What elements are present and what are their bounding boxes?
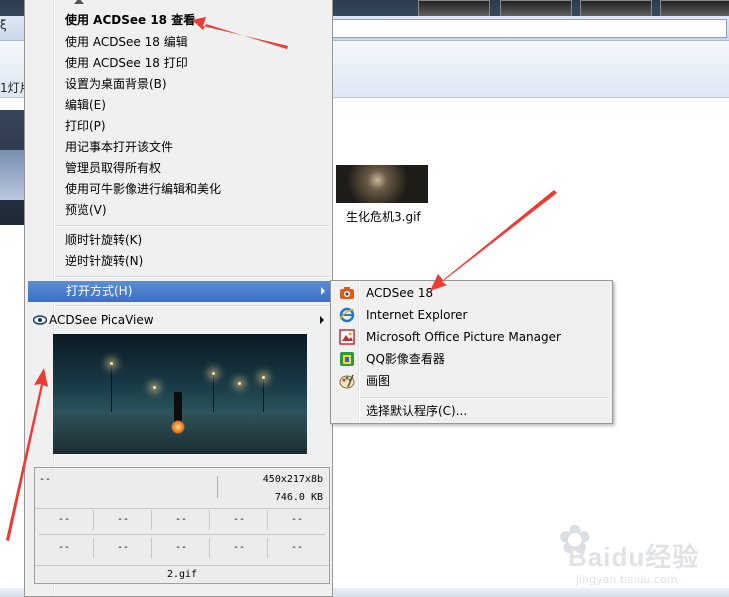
picaview-preview-image	[53, 334, 307, 454]
info-cell: --	[267, 538, 326, 558]
menu-separator	[56, 225, 330, 227]
info-cell: --	[93, 538, 152, 558]
info-dimensions: 450x217x8b	[262, 474, 323, 485]
submenu-item-picture-manager[interactable]: Microsoft Office Picture Manager	[333, 326, 610, 348]
preview-fire	[171, 420, 185, 434]
context-menu: 使用 ACDSee 18 查看 使用 ACDSee 18 编辑 使用 ACDSe…	[24, 0, 333, 597]
address-field[interactable]	[330, 19, 727, 38]
submenu-item-label: Internet Explorer	[366, 308, 468, 322]
info-cell: --	[209, 510, 268, 530]
menu-item-print[interactable]: 打印(P)	[27, 116, 330, 137]
open-with-submenu: ACDSee 18 Internet Explorer Microsoft Of…	[330, 280, 613, 424]
menu-item-acdsee-edit[interactable]: 使用 ACDSee 18 编辑	[27, 32, 330, 53]
info-cell: --	[151, 538, 210, 558]
submenu-separator	[360, 397, 609, 399]
watermark-brand: Baidu经验	[568, 542, 700, 572]
picaview-info-panel: -- 450x217x8b 746.0 KB -- -- -- -- -- --…	[34, 467, 330, 584]
menu-separator	[56, 305, 330, 307]
file-name[interactable]: 生化危机3.gif	[346, 208, 421, 225]
info-cell: --	[209, 538, 268, 558]
menu-item-rotate-ccw[interactable]: 逆时针旋转(N)	[27, 251, 330, 272]
nav-fragment: ξ	[0, 18, 7, 32]
menu-item-acdsee-print[interactable]: 使用 ACDSee 18 打印	[27, 53, 330, 74]
menu-item-open-with[interactable]: 打开方式(H)	[28, 281, 331, 302]
submenu-arrow-icon	[321, 287, 325, 295]
picaview-eye-icon	[33, 315, 47, 325]
qq-image-viewer-icon	[340, 352, 354, 366]
menu-item-open-notepad[interactable]: 用记事本打开该文件	[27, 137, 330, 158]
submenu-item-internet-explorer[interactable]: Internet Explorer	[333, 304, 610, 326]
submenu-item-label: Microsoft Office Picture Manager	[366, 330, 561, 344]
file-thumbnail[interactable]	[336, 165, 428, 203]
scroll-up-arrow-icon[interactable]	[74, 0, 84, 4]
info-cell: --	[57, 514, 71, 525]
info-left-value: --	[39, 474, 52, 485]
info-cell: --	[151, 510, 210, 530]
submenu-item-acdsee[interactable]: ACDSee 18	[333, 282, 610, 304]
submenu-item-label: ACDSee 18	[366, 286, 434, 300]
submenu-item-qq-image-viewer[interactable]: QQ影像查看器	[333, 348, 610, 370]
info-file-size: 746.0 KB	[274, 492, 323, 503]
annotation-arrow-acdsee18	[430, 190, 557, 291]
menu-item-rotate-cw[interactable]: 顺时针旋转(K)	[27, 230, 330, 251]
submenu-item-paint[interactable]: 画图	[333, 370, 610, 392]
picaview-label: ACDSee PicaView	[49, 313, 154, 327]
submenu-item-label: QQ影像查看器	[366, 352, 445, 366]
info-filename: 2.gif	[35, 565, 329, 583]
info-cell: --	[93, 510, 152, 530]
menu-item-set-wallpaper[interactable]: 设置为桌面背景(B)	[27, 74, 330, 95]
info-cell: --	[57, 542, 71, 553]
acdsee-icon	[340, 287, 354, 299]
menu-item-edit[interactable]: 编辑(E)	[27, 95, 330, 116]
file-thumbnail-highlight	[0, 150, 24, 200]
internet-explorer-icon	[339, 307, 355, 323]
menu-item-picaview[interactable]: ACDSee PicaView	[27, 310, 330, 331]
menu-item-acdsee-view[interactable]: 使用 ACDSee 18 查看	[27, 10, 330, 31]
picture-manager-icon	[339, 329, 355, 345]
menu-item-take-ownership[interactable]: 管理员取得所有权	[27, 158, 330, 179]
open-with-label: 打开方式(H)	[66, 284, 133, 298]
watermark-url: jingyan.baidu.com	[576, 573, 678, 586]
submenu-item-choose-default[interactable]: 选择默认程序(C)...	[333, 400, 610, 422]
paint-icon	[339, 374, 355, 389]
baidu-watermark: ✿ Baidu经验 jingyan.baidu.com	[558, 517, 728, 597]
menu-separator	[56, 276, 330, 278]
menu-item-preview[interactable]: 预览(V)	[27, 200, 330, 221]
submenu-item-label: 画图	[366, 374, 391, 388]
menu-item-keniu-edit[interactable]: 使用可牛影像进行编辑和美化	[27, 179, 330, 200]
submenu-arrow-icon	[320, 316, 324, 324]
info-cell: --	[267, 510, 326, 530]
